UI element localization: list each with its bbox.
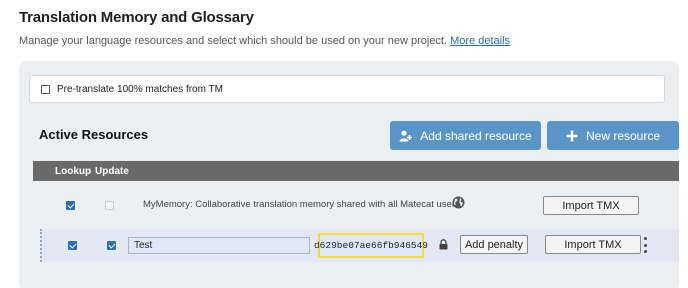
add-shared-resource-button[interactable]: Add shared resource [390,121,541,150]
table-row: Test d629be07ae66fb946549 Add penalty Im… [40,229,679,262]
new-resource-label: New resource [585,128,661,143]
plus-icon [566,130,578,142]
add-user-icon [399,130,413,142]
update-column-header: Update [95,165,129,177]
pretranslate-checkbox[interactable] [41,84,50,94]
update-checkbox[interactable] [107,241,116,250]
table-row: MyMemory: Collaborative translation memo… [33,185,679,225]
page-title: Translation Memory and Glossary [19,9,254,26]
lookup-checkbox[interactable] [68,241,77,250]
pretranslate-option[interactable]: Pre-translate 100% matches from TM [29,75,665,103]
subtitle-text: Manage your language resources and selec… [19,35,448,47]
lookup-checkbox[interactable] [66,201,75,210]
resources-panel: Pre-translate 100% matches from TM Activ… [19,61,679,288]
resource-key: d629be07ae66fb946549 [314,233,428,258]
new-resource-button[interactable]: New resource [547,121,679,150]
lookup-column-header: Lookup [55,165,92,177]
lock-icon [439,239,448,250]
update-checkbox [105,201,114,210]
active-resources-title: Active Resources [39,127,149,142]
import-tmx-button[interactable]: Import TMX [545,235,641,254]
add-shared-resource-label: Add shared resource [420,128,532,143]
resources-table-header: Lookup Update [33,161,679,181]
add-penalty-button[interactable]: Add penalty [460,235,528,254]
page-subtitle: Manage your language resources and selec… [19,35,510,47]
resource-name: MyMemory: Collaborative translation memo… [143,199,463,210]
globe-icon [452,196,465,209]
more-options-icon[interactable] [642,237,648,253]
pretranslate-label: Pre-translate 100% matches from TM [57,83,223,95]
more-details-link[interactable]: More details [450,35,510,47]
import-tmx-button[interactable]: Import TMX [543,196,639,215]
resource-name-input[interactable]: Test [128,237,310,254]
